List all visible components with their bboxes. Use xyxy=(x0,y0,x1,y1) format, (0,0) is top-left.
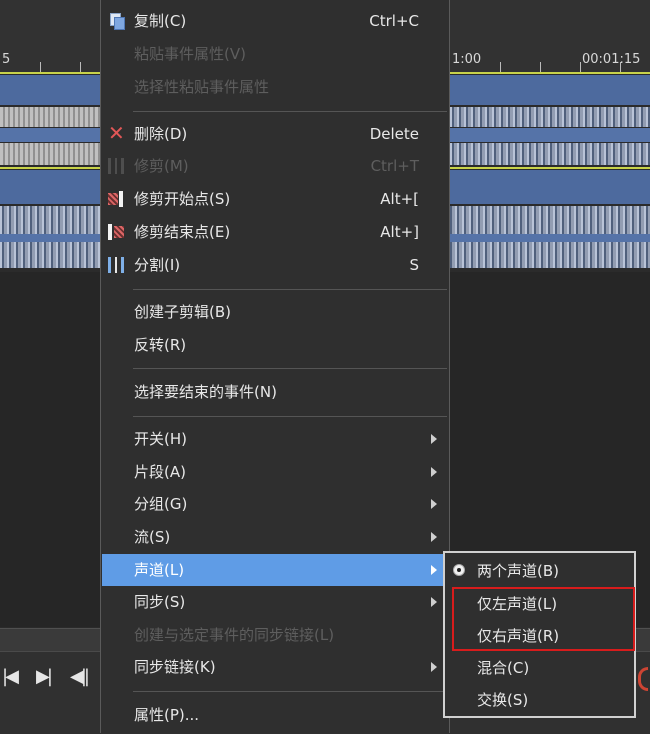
menu-item-label: 修剪结束点(E) xyxy=(134,223,231,241)
menu-separator xyxy=(133,368,447,369)
ruler-label: 5 xyxy=(2,52,11,67)
submenu-item-combine[interactable]: 混合(C) xyxy=(445,652,634,684)
menu-item-label: 粘贴事件属性(V) xyxy=(134,45,246,63)
menu-item-copy[interactable]: 复制(C) Ctrl+C xyxy=(102,5,449,37)
menu-item-sync[interactable]: 同步(S) xyxy=(102,586,449,618)
submenu-item-both-channels[interactable]: 两个声道(B) xyxy=(445,555,634,587)
submenu-item-swap[interactable]: 交换(S) xyxy=(445,684,634,716)
menu-item-split[interactable]: 分割(I) S xyxy=(102,249,449,281)
menu-item-channels[interactable]: 声道(L) xyxy=(102,554,449,586)
ruler-tick xyxy=(40,62,41,72)
menu-item-label: 修剪开始点(S) xyxy=(134,190,231,208)
ruler-tick xyxy=(540,62,541,72)
menu-item-label: 删除(D) xyxy=(134,125,188,143)
trim-icon xyxy=(108,158,126,174)
submenu-item-label: 交换(S) xyxy=(477,691,529,709)
waveform xyxy=(450,143,650,165)
menu-item-label: 开关(H) xyxy=(134,430,187,448)
submenu-item-label: 两个声道(B) xyxy=(477,562,559,580)
context-menu: 复制(C) Ctrl+C 粘贴事件属性(V) 选择性粘贴事件属性 ✕ 删除(D)… xyxy=(100,0,450,733)
ruler-tick xyxy=(80,62,81,72)
copy-icon xyxy=(108,13,126,30)
submenu-arrow-icon xyxy=(431,662,437,672)
menu-separator xyxy=(133,111,447,112)
menu-separator xyxy=(133,691,447,692)
menu-item-trim-end[interactable]: 修剪结束点(E) Alt+] xyxy=(102,216,449,248)
menu-item-label: 同步(S) xyxy=(134,593,186,611)
go-to-end-button[interactable]: ▶| xyxy=(36,666,53,687)
ruler-label: 00:01:15 xyxy=(582,52,641,67)
menu-item-label: 片段(A) xyxy=(134,463,186,481)
submenu-arrow-icon xyxy=(431,467,437,477)
menu-item-shortcut: Alt+[ xyxy=(380,190,419,208)
menu-item-label: 创建子剪辑(B) xyxy=(134,303,231,321)
previous-frame-button[interactable]: ◀|| xyxy=(70,666,90,687)
menu-item-reverse[interactable]: 反转(R) xyxy=(102,329,449,361)
submenu-arrow-icon xyxy=(431,434,437,444)
menu-item-create-subclip[interactable]: 创建子剪辑(B) xyxy=(102,296,449,328)
menu-item-label: 复制(C) xyxy=(134,12,187,30)
menu-item-label: 反转(R) xyxy=(134,336,187,354)
menu-item-label: 选择要结束的事件(N) xyxy=(134,383,277,401)
menu-item-switches[interactable]: 开关(H) xyxy=(102,423,449,455)
menu-separator xyxy=(133,416,447,417)
menu-item-shortcut: Alt+] xyxy=(380,223,419,241)
waveform xyxy=(0,143,100,165)
ruler-tick xyxy=(580,62,581,72)
menu-item-trim-start[interactable]: 修剪开始点(S) Alt+[ xyxy=(102,183,449,215)
menu-item-group[interactable]: 分组(G) xyxy=(102,488,449,520)
menu-item-paste-special-attributes: 选择性粘贴事件属性 xyxy=(102,71,449,103)
menu-item-paste-event-attributes: 粘贴事件属性(V) xyxy=(102,38,449,70)
menu-item-label: 修剪(M) xyxy=(134,157,189,175)
go-to-start-button[interactable]: |◀ xyxy=(2,666,19,687)
menu-item-properties[interactable]: 属性(P)... xyxy=(102,699,449,731)
menu-item-stream[interactable]: 流(S) xyxy=(102,521,449,553)
menu-item-select-to-end[interactable]: 选择要结束的事件(N) xyxy=(102,376,449,408)
menu-item-label: 流(S) xyxy=(134,528,171,546)
menu-item-shortcut: S xyxy=(409,256,419,274)
menu-item-label: 选择性粘贴事件属性 xyxy=(134,78,270,96)
menu-item-label: 同步链接(K) xyxy=(134,658,216,676)
menu-item-sync-link[interactable]: 同步链接(K) xyxy=(102,651,449,683)
menu-item-label: 属性(P)... xyxy=(134,706,200,724)
trim-start-icon xyxy=(108,191,126,207)
trim-end-icon xyxy=(108,224,126,240)
submenu-item-label: 混合(C) xyxy=(477,659,530,677)
submenu-arrow-icon xyxy=(431,499,437,509)
menu-item-trim: 修剪(M) Ctrl+T xyxy=(102,150,449,182)
radio-selected-icon xyxy=(453,564,465,576)
waveform xyxy=(0,107,100,127)
delete-icon: ✕ xyxy=(108,121,125,145)
menu-separator xyxy=(133,289,447,290)
split-icon xyxy=(108,257,126,273)
menu-item-takes[interactable]: 片段(A) xyxy=(102,456,449,488)
annotation-highlight-box xyxy=(452,587,635,651)
submenu-arrow-icon xyxy=(431,532,437,542)
menu-item-shortcut: Ctrl+C xyxy=(369,12,419,30)
menu-item-label: 分组(G) xyxy=(134,495,188,513)
menu-item-label: 声道(L) xyxy=(134,561,185,579)
ruler-tick xyxy=(500,62,501,72)
ruler-label: 1:00 xyxy=(452,52,482,67)
menu-item-shortcut: Delete xyxy=(369,125,419,143)
submenu-arrow-icon xyxy=(431,597,437,607)
menu-item-label: 创建与选定事件的同步链接(L) xyxy=(134,626,335,644)
submenu-arrow-icon xyxy=(431,565,437,575)
waveform xyxy=(450,107,650,127)
loop-icon[interactable] xyxy=(638,667,648,691)
menu-item-create-sync-link: 创建与选定事件的同步链接(L) xyxy=(102,619,449,651)
menu-item-shortcut: Ctrl+T xyxy=(370,157,419,175)
menu-item-label: 分割(I) xyxy=(134,256,181,274)
ruler-tick xyxy=(620,62,621,72)
menu-item-delete[interactable]: ✕ 删除(D) Delete xyxy=(102,118,449,150)
